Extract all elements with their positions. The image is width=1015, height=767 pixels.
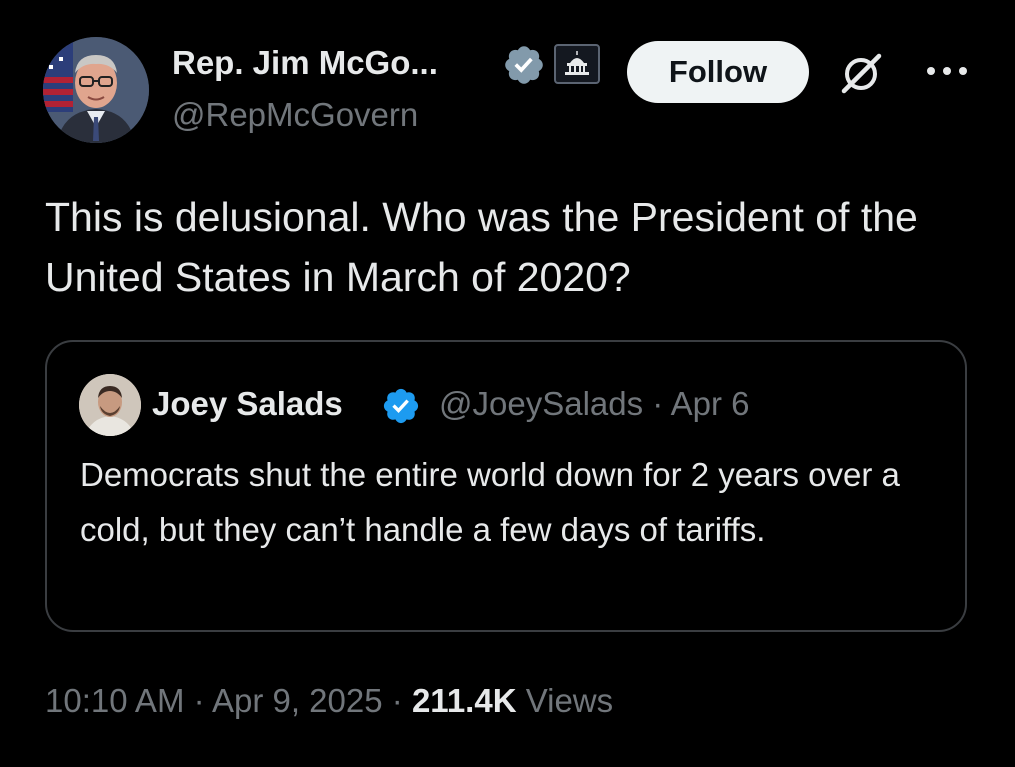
meta-separator: ·: [652, 385, 664, 422]
more-options-icon[interactable]: [923, 58, 971, 84]
quoted-tweet-card[interactable]: Joey Salads @JoeySalads · Apr 6 Democrat…: [45, 340, 967, 632]
footer-separator: ·: [193, 682, 205, 719]
quote-author-name[interactable]: Joey Salads: [152, 382, 343, 426]
quote-date[interactable]: Apr 6: [671, 385, 750, 422]
verified-badge-blue-icon: [383, 388, 419, 424]
grok-icon[interactable]: [836, 48, 886, 98]
quote-text: Democrats shut the entire world down for…: [80, 456, 900, 548]
verified-badge-gray-icon[interactable]: [502, 43, 546, 87]
government-capitol-icon[interactable]: [554, 44, 600, 84]
quote-author-avatar[interactable]: [79, 374, 141, 436]
author-avatar[interactable]: [43, 37, 149, 143]
views-count[interactable]: 211.4K: [412, 682, 517, 719]
tweet-text: This is delusional. Who was the Presiden…: [45, 194, 918, 300]
tweet-time[interactable]: 10:10 AM: [45, 682, 184, 719]
follow-button[interactable]: Follow: [627, 41, 809, 103]
author-name[interactable]: Rep. Jim McGo...: [172, 40, 438, 86]
views-label[interactable]: Views: [526, 682, 613, 719]
tweet-footer: 10:10 AM · Apr 9, 2025 · 211.4K Views: [45, 678, 613, 724]
quote-meta: @JoeySalads · Apr 6: [439, 382, 750, 426]
quote-author-handle[interactable]: @JoeySalads: [439, 385, 643, 422]
author-handle[interactable]: @RepMcGovern: [172, 92, 418, 138]
tweet-date[interactable]: Apr 9, 2025: [212, 682, 383, 719]
footer-separator: ·: [391, 682, 403, 719]
